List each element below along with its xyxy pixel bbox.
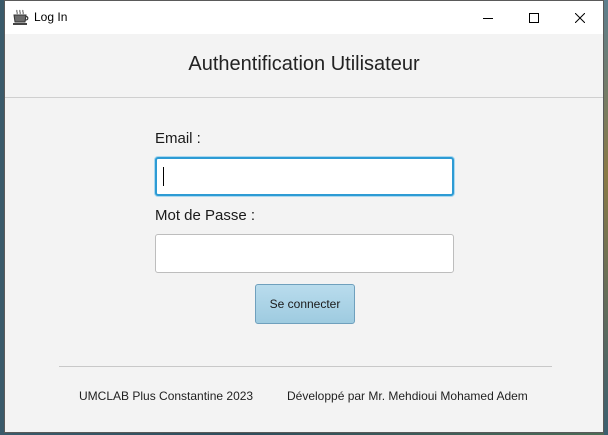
- minimize-button[interactable]: [465, 1, 511, 34]
- maximize-button[interactable]: [511, 1, 557, 34]
- password-label: Mot de Passe :: [155, 207, 256, 224]
- footer-copyright: UMCLAB Plus Constantine 2023: [79, 389, 254, 403]
- close-button[interactable]: [557, 1, 603, 34]
- coffee-cup-icon: [12, 9, 29, 26]
- page-title: Authentification Utilisateur: [188, 53, 420, 75]
- minimize-icon: [483, 13, 493, 23]
- password-field[interactable]: [155, 234, 454, 273]
- text-caret: [163, 167, 164, 186]
- title-bar[interactable]: Log In: [5, 1, 603, 34]
- login-window: Log In Authentification Utilisateur Emai…: [4, 0, 604, 433]
- header-divider: [5, 97, 603, 98]
- close-icon: [575, 12, 585, 23]
- maximize-icon: [529, 12, 539, 23]
- footer-divider: [59, 366, 552, 367]
- login-button[interactable]: Se connecter: [255, 284, 355, 324]
- desktop-background: [604, 0, 608, 435]
- email-label: Email :: [155, 130, 201, 147]
- footer-credits: Développé par Mr. Mehdioui Mohamed Adem: [287, 389, 528, 403]
- window-title: Log In: [34, 10, 68, 24]
- email-field[interactable]: [155, 157, 454, 196]
